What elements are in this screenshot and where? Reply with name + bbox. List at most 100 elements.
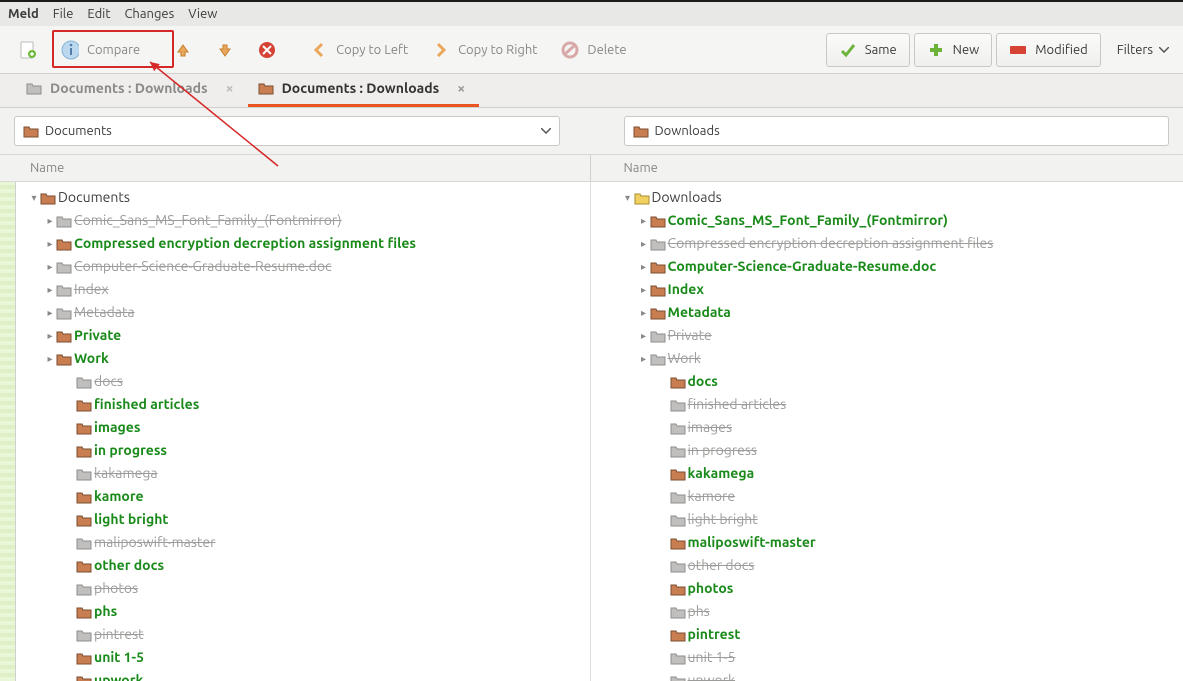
tree-item[interactable]: ▸Private: [616, 324, 1178, 347]
tree-root[interactable]: ▾Documents: [22, 186, 584, 209]
prev-change-button[interactable]: [163, 33, 203, 67]
tree-item[interactable]: upwork: [616, 669, 1178, 681]
tree-item[interactable]: maliposwift-master: [22, 531, 584, 554]
tree-item[interactable]: maliposwift-master: [616, 531, 1178, 554]
disclosure-icon[interactable]: ▸: [638, 255, 650, 278]
tree-item[interactable]: ▸Metadata: [22, 301, 584, 324]
delete-button[interactable]: Delete: [550, 33, 637, 67]
tree-item-label: maliposwift-master: [688, 531, 816, 554]
disclosure-icon[interactable]: ▸: [638, 209, 650, 232]
chevron-down-icon: [541, 128, 551, 134]
stop-button[interactable]: [247, 33, 287, 67]
tree-item[interactable]: ▸Computer-Science-Graduate-Resume.doc: [616, 255, 1178, 278]
disclosure-icon[interactable]: ▸: [44, 255, 56, 278]
tree-item[interactable]: ▸Index: [616, 278, 1178, 301]
disclosure-icon[interactable]: ▸: [44, 324, 56, 347]
tree-item[interactable]: ▸Work: [616, 347, 1178, 370]
tree-item[interactable]: photos: [22, 577, 584, 600]
disclosure-icon[interactable]: ▸: [638, 301, 650, 324]
tree-item[interactable]: finished articles: [22, 393, 584, 416]
disclosure-icon[interactable]: ▸: [44, 301, 56, 324]
delete-label: Delete: [587, 43, 626, 57]
tree-item[interactable]: pintrest: [22, 623, 584, 646]
tree-item[interactable]: light bright: [22, 508, 584, 531]
disclosure-icon[interactable]: ▸: [44, 278, 56, 301]
close-icon[interactable]: ×: [457, 80, 465, 96]
tree-item[interactable]: other docs: [616, 554, 1178, 577]
tree-item[interactable]: finished articles: [616, 393, 1178, 416]
close-icon[interactable]: ×: [226, 80, 234, 96]
copy-right-button[interactable]: Copy to Right: [421, 33, 548, 67]
right-path-selector[interactable]: Downloads: [624, 116, 1170, 146]
toggle-same[interactable]: Same: [826, 33, 910, 67]
tree-item[interactable]: other docs: [22, 554, 584, 577]
left-path-label: Documents: [45, 124, 112, 138]
tree-item[interactable]: ▸Comic_Sans_MS_Font_Family_(Fontmirror): [22, 209, 584, 232]
left-path-selector[interactable]: Documents: [14, 116, 560, 146]
menu-edit[interactable]: Edit: [87, 7, 110, 21]
tree-item-label: kamore: [94, 485, 144, 508]
tree-item[interactable]: pintrest: [616, 623, 1178, 646]
next-change-button[interactable]: [205, 33, 245, 67]
menu-file[interactable]: File: [53, 7, 74, 21]
change-gutter[interactable]: [0, 182, 16, 681]
tree-item-label: other docs: [94, 554, 164, 577]
disclosure-icon[interactable]: ▸: [638, 278, 650, 301]
tree-item[interactable]: kakamega: [22, 462, 584, 485]
copy-left-button[interactable]: Copy to Left: [299, 33, 419, 67]
disclosure-icon[interactable]: ▸: [44, 209, 56, 232]
tree-item[interactable]: ▸Comic_Sans_MS_Font_Family_(Fontmirror): [616, 209, 1178, 232]
tree-item[interactable]: ▸ Work: [22, 347, 584, 370]
disclosure-icon[interactable]: ▸: [638, 324, 650, 347]
tree-item[interactable]: docs: [22, 370, 584, 393]
tree-item[interactable]: in progress: [22, 439, 584, 462]
tree-root[interactable]: ▾Downloads: [616, 186, 1178, 209]
tree-item[interactable]: light bright: [616, 508, 1178, 531]
tree-item[interactable]: ▸Compressed encryption decreption assign…: [22, 232, 584, 255]
left-column-header[interactable]: Name: [0, 155, 590, 181]
tree-item[interactable]: photos: [616, 577, 1178, 600]
tree-item[interactable]: images: [22, 416, 584, 439]
tree-item[interactable]: kakamega: [616, 462, 1178, 485]
tree-item-label: upwork: [94, 669, 143, 681]
right-tree-pane[interactable]: ▾Downloads▸Comic_Sans_MS_Font_Family_(Fo…: [610, 182, 1183, 681]
tree-item-label: in progress: [688, 439, 758, 462]
disclosure-icon[interactable]: ▸: [44, 347, 56, 370]
tree-item[interactable]: upwork: [22, 669, 584, 681]
toggle-modified[interactable]: Modified: [996, 33, 1101, 67]
tree-item[interactable]: images: [616, 416, 1178, 439]
tree-item[interactable]: phs: [22, 600, 584, 623]
compare-button[interactable]: Compare: [50, 33, 151, 67]
tree-item[interactable]: kamore: [616, 485, 1178, 508]
right-path-label: Downloads: [655, 124, 720, 138]
right-column-header[interactable]: Name: [610, 155, 1183, 181]
tab-0[interactable]: Documents : Downloads ×: [16, 72, 248, 107]
tree-item[interactable]: ▸Compressed encryption decreption assign…: [616, 232, 1178, 255]
tree-item[interactable]: ▸Index: [22, 278, 584, 301]
compare-label: Compare: [87, 43, 140, 57]
disclosure-icon[interactable]: ▸: [638, 232, 650, 255]
tree-item[interactable]: in progress: [616, 439, 1178, 462]
tree-item[interactable]: ▸ Private: [22, 324, 584, 347]
new-comparison-button[interactable]: [8, 33, 48, 67]
disclosure-icon[interactable]: ▾: [28, 186, 40, 209]
tree-item-label: unit 1-5: [94, 646, 144, 669]
disclosure-icon[interactable]: ▾: [622, 186, 634, 209]
menu-changes[interactable]: Changes: [124, 7, 174, 21]
tree-item[interactable]: unit 1-5: [616, 646, 1178, 669]
tree-item-label: Private: [74, 324, 121, 347]
tree-item[interactable]: phs: [616, 600, 1178, 623]
tree-item[interactable]: kamore: [22, 485, 584, 508]
filters-menu[interactable]: Filters: [1111, 43, 1175, 57]
tree-item-label: Work: [74, 347, 109, 370]
disclosure-icon[interactable]: ▸: [638, 347, 650, 370]
tree-item[interactable]: ▸Computer-Science-Graduate-Resume.doc: [22, 255, 584, 278]
left-tree-pane[interactable]: ▾Documents▸Comic_Sans_MS_Font_Family_(Fo…: [16, 182, 590, 681]
tab-1[interactable]: Documents : Downloads ×: [248, 72, 480, 107]
disclosure-icon[interactable]: ▸: [44, 232, 56, 255]
menu-view[interactable]: View: [188, 7, 217, 21]
tree-item[interactable]: ▸Metadata: [616, 301, 1178, 324]
toggle-new[interactable]: New: [914, 33, 993, 67]
tree-item[interactable]: docs: [616, 370, 1178, 393]
tree-item[interactable]: unit 1-5: [22, 646, 584, 669]
